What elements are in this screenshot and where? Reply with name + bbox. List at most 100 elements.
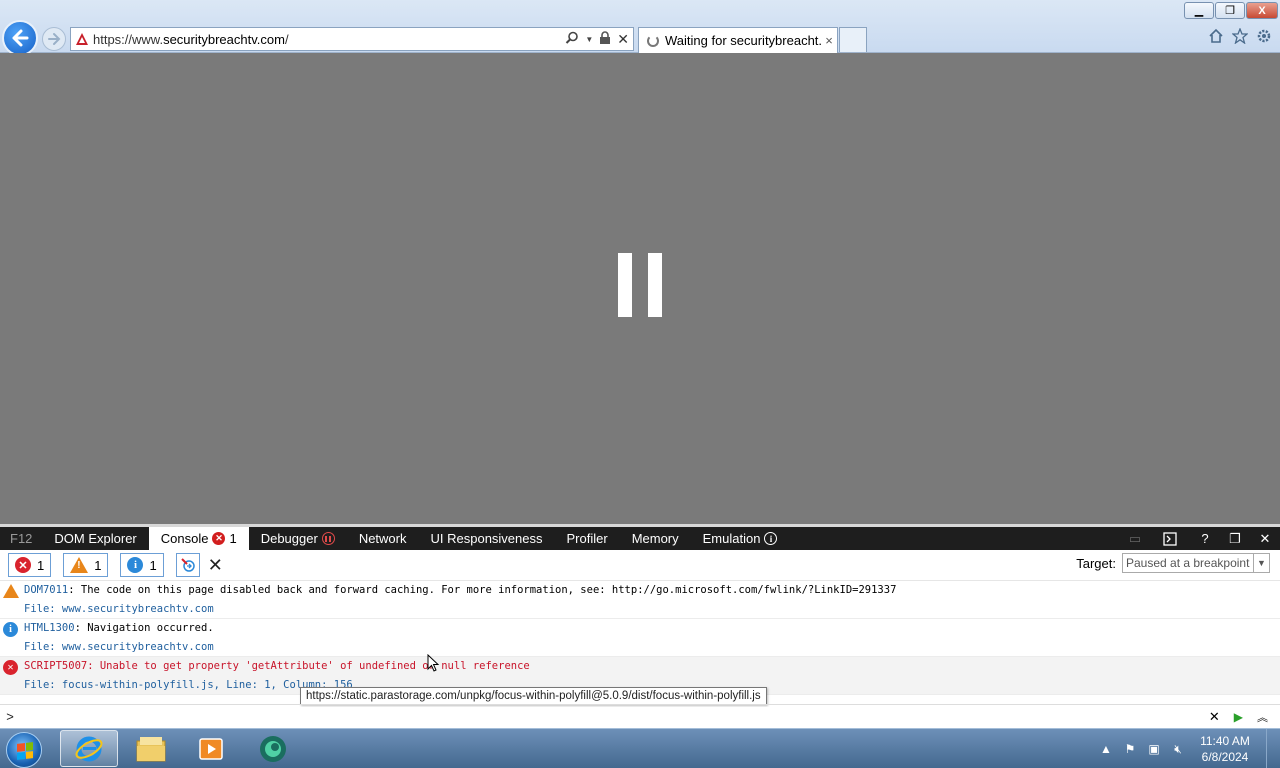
message-code[interactable]: SCRIPT5007: [24, 660, 87, 672]
page-viewport: [0, 53, 1280, 524]
message-text: : Unable to get property 'getAttribute' …: [87, 660, 530, 672]
console-message-warning[interactable]: DOM7011: The code on this page disabled …: [0, 581, 1280, 619]
tab-profiler[interactable]: Profiler: [555, 527, 620, 550]
message-text: : Navigation occurred.: [74, 622, 214, 634]
action-center-flag-icon[interactable]: ⚑: [1118, 742, 1142, 756]
clear-input-icon[interactable]: ✕: [1209, 709, 1220, 725]
close-devtools-icon[interactable]: ✕: [1250, 531, 1280, 547]
windows-taskbar: ▲ ⚑ ▣ 🔇︎ 11:40 AM 6/8/2024: [0, 728, 1280, 768]
tab-title: Waiting for securitybreacht...: [665, 33, 821, 48]
forward-button[interactable]: [42, 27, 66, 51]
help-icon[interactable]: ?: [1190, 531, 1220, 546]
url-domain: securitybreachtv.com: [163, 31, 285, 47]
tab-memory-label: Memory: [631, 531, 679, 546]
info-filter-button[interactable]: i 1: [120, 553, 164, 577]
error-icon: ✕: [3, 660, 18, 675]
tab-emulation[interactable]: Emulation i: [691, 527, 790, 550]
browser-tab[interactable]: Waiting for securitybreacht... ×: [638, 27, 838, 53]
emulation-info-icon: i: [764, 532, 778, 545]
home-icon[interactable]: [1208, 28, 1224, 47]
console-output: DOM7011: The code on this page disabled …: [0, 581, 1280, 705]
settings-gear-icon[interactable]: [1256, 28, 1272, 47]
tab-network-label: Network: [358, 531, 407, 546]
tab-console[interactable]: Console ✕ 1: [148, 527, 249, 550]
tab-ui-responsiveness-label: UI Responsiveness: [430, 531, 543, 546]
show-hidden-icons[interactable]: ▲: [1094, 742, 1118, 756]
errors-filter-button[interactable]: ✕ 1: [8, 553, 52, 577]
clock-date: 6/8/2024: [1201, 750, 1249, 764]
tab-network[interactable]: Network: [347, 527, 419, 550]
lock-icon[interactable]: [599, 30, 611, 48]
new-tab-button[interactable]: [839, 27, 867, 52]
device-icon[interactable]: ▭: [1120, 531, 1150, 547]
error-badge-icon: ✕: [212, 532, 226, 545]
tab-memory[interactable]: Memory: [620, 527, 691, 550]
tab-dom-explorer[interactable]: DOM Explorer: [42, 527, 148, 550]
address-bar[interactable]: https://www.securitybreachtv.com/ ▼ ✕: [70, 27, 634, 51]
clear-on-navigate-button[interactable]: [175, 553, 200, 577]
devtools-window-controls: ▭ ? ❐ ✕: [1120, 527, 1280, 550]
search-icon[interactable]: [565, 31, 579, 48]
back-button[interactable]: [2, 20, 38, 56]
warnings-filter-button[interactable]: ! 1: [63, 553, 109, 577]
message-code[interactable]: DOM7011: [24, 584, 68, 596]
clear-on-navigate-icon: [180, 558, 195, 572]
console-message-info[interactable]: i HTML1300: Navigation occurred. File: w…: [0, 619, 1280, 657]
paused-overlay-icon: [618, 253, 662, 317]
message-code[interactable]: HTML1300: [24, 622, 75, 634]
error-icon: ✕: [15, 557, 31, 573]
taskbar-internet-explorer[interactable]: [60, 730, 118, 767]
back-arrow-icon: [12, 29, 29, 47]
url-text[interactable]: https://www.securitybreachtv.com/: [93, 32, 565, 47]
info-icon: i: [127, 557, 144, 573]
clock[interactable]: 11:40 AM 6/8/2024: [1190, 733, 1260, 765]
console-toolbar: ✕ 1 ! 1 i 1 ✕ Target: Paused at a breakp…: [0, 550, 1280, 581]
warnings-count: 1: [94, 557, 102, 573]
console-toggle-icon[interactable]: [1150, 531, 1190, 546]
loading-spinner-icon: [647, 34, 659, 47]
run-icon[interactable]: ▶: [1234, 710, 1243, 724]
minimize-button[interactable]: ▁: [1184, 2, 1214, 19]
target-dropdown[interactable]: Paused at a breakpoint ▼: [1122, 553, 1270, 573]
forward-arrow-icon: [48, 33, 61, 45]
tab-emulation-label: Emulation: [702, 531, 761, 546]
paused-badge-icon: [321, 532, 335, 545]
tab-close-button[interactable]: ×: [821, 33, 837, 48]
tab-debugger[interactable]: Debugger: [249, 527, 347, 550]
internet-explorer-icon: [75, 736, 103, 761]
app-globe-icon: [260, 735, 286, 762]
console-input[interactable]: [20, 706, 1209, 727]
favorites-star-icon[interactable]: [1231, 27, 1249, 47]
clear-console-button[interactable]: ✕: [208, 555, 223, 576]
chevron-down-icon: ▼: [1253, 554, 1269, 572]
close-window-button[interactable]: X: [1246, 2, 1278, 19]
info-icon: i: [3, 622, 18, 637]
stop-icon[interactable]: ✕: [617, 31, 629, 48]
undock-icon[interactable]: ❐: [1220, 531, 1250, 547]
browser-chrome: https://www.securitybreachtv.com/ ▼ ✕ Wa…: [0, 0, 1280, 56]
network-icon[interactable]: ▣: [1142, 742, 1166, 756]
tab-dom-explorer-label: DOM Explorer: [54, 531, 137, 546]
show-desktop-button[interactable]: [1266, 729, 1280, 768]
message-file-link[interactable]: File: www.securitybreachtv.com: [24, 603, 214, 615]
taskbar-media-player[interactable]: [182, 730, 240, 767]
devtools-tab-bar: F12 DOM Explorer Console ✕ 1 Debugger Ne…: [0, 527, 1280, 550]
file-url-tooltip: https://static.parastorage.com/unpkg/foc…: [300, 687, 767, 705]
taskbar-file-explorer[interactable]: [122, 730, 180, 767]
restore-button[interactable]: ❐: [1215, 2, 1245, 19]
mouse-cursor-icon: [427, 654, 440, 672]
folder-icon: [136, 736, 166, 761]
expand-input-icon[interactable]: ︽: [1257, 709, 1268, 725]
tab-ui-responsiveness[interactable]: UI Responsiveness: [419, 527, 555, 550]
tab-console-label: Console: [160, 531, 209, 546]
taskbar-app[interactable]: [244, 730, 302, 767]
url-suffix: /: [284, 31, 289, 47]
volume-muted-icon[interactable]: 🔇︎: [1166, 742, 1190, 757]
start-button[interactable]: [6, 732, 42, 768]
message-file-link[interactable]: File: www.securitybreachtv.com: [24, 641, 214, 653]
site-favicon-icon: [71, 32, 93, 46]
media-player-icon: [199, 737, 223, 760]
search-dropdown-icon[interactable]: ▼: [585, 35, 593, 44]
url-prefix: https://www.: [93, 31, 164, 47]
tab-f12: F12: [10, 531, 33, 546]
